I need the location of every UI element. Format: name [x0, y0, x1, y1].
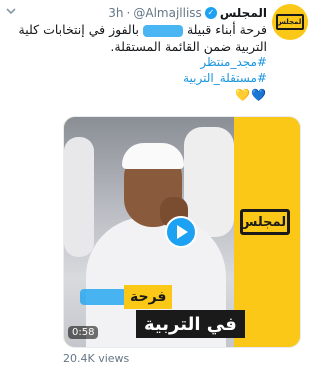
yellow-heart-icon: 💛: [235, 88, 252, 102]
brand-logo: المجلس: [239, 209, 291, 235]
tweet-header: 3h · @Almajlliss ✓ المجلس: [108, 4, 267, 22]
user-handle[interactable]: @Almajlliss: [133, 6, 201, 20]
play-icon[interactable]: [165, 216, 197, 248]
person-cap: [122, 143, 184, 169]
timestamp[interactable]: 3h: [108, 6, 123, 20]
verified-icon: ✓: [204, 7, 217, 19]
heart-emojis: 💛💙: [235, 88, 267, 102]
hashtag-link[interactable]: #مستقلة_التربية: [67, 71, 267, 85]
separator: ·: [126, 6, 131, 20]
caption-top: فرحة: [124, 285, 173, 309]
video-duration: 0:58: [68, 326, 99, 339]
blue-heart-icon: 💙: [251, 88, 267, 102]
tweet-text: فرحة أبناء قبيلة بالفوز في إنتخابات كلية…: [17, 21, 267, 55]
avatar[interactable]: المجلس: [272, 4, 308, 40]
video-card[interactable]: المجلس فرحة في التربية 0:58: [63, 116, 301, 348]
view-count: 20.4K views: [63, 352, 130, 365]
tweet-text-part1: فرحة أبناء قبيلة: [186, 22, 267, 37]
caption-bottom: في التربية: [136, 310, 245, 338]
redaction-mark: [142, 24, 183, 37]
display-name[interactable]: المجلس: [220, 6, 267, 20]
chevron-down-icon[interactable]: [5, 5, 19, 19]
hashtag-link[interactable]: #مجد_منتظر: [67, 55, 267, 69]
background-person: [64, 137, 94, 257]
logo-text: المجلس: [276, 14, 304, 30]
